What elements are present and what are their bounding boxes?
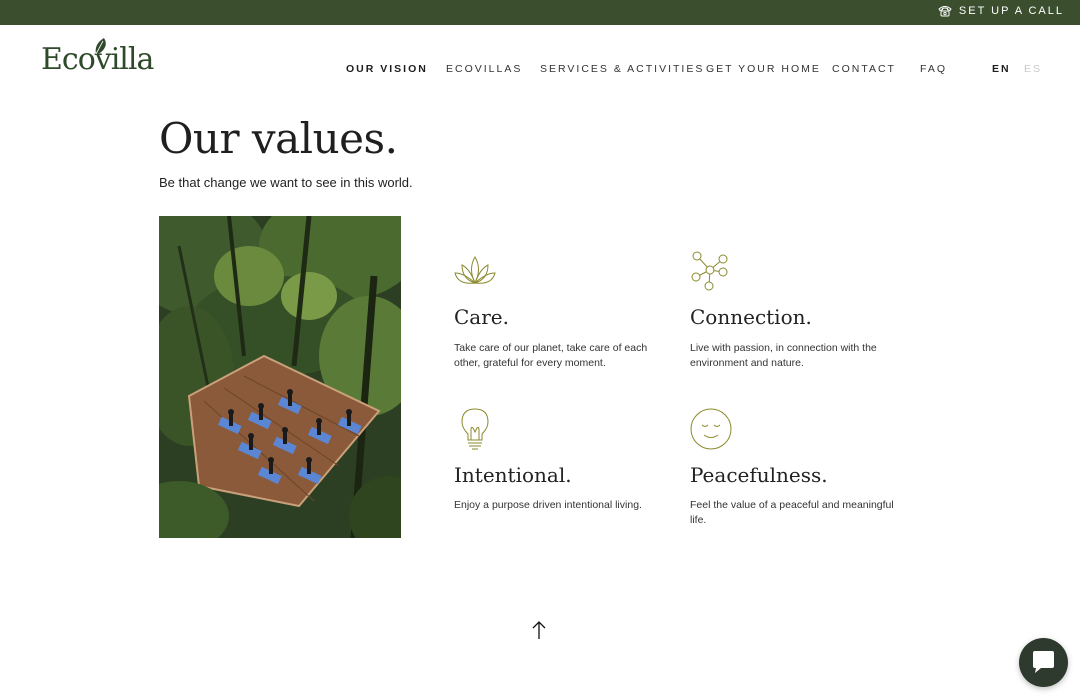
value-text: Enjoy a purpose driven intentional livin… bbox=[454, 499, 642, 511]
nav-item-faq[interactable]: FAQ bbox=[920, 63, 947, 75]
page-subtitle: Be that change we want to see in this wo… bbox=[159, 175, 413, 190]
chat-button[interactable] bbox=[1019, 638, 1068, 687]
phone-icon bbox=[938, 6, 952, 17]
leaf-icon bbox=[95, 38, 106, 55]
language-en[interactable]: EN bbox=[992, 63, 1011, 75]
top-bar: SET UP A CALL bbox=[0, 0, 1080, 25]
value-text: Live with passion, in connection with th… bbox=[690, 342, 877, 369]
language-es[interactable]: ES bbox=[1024, 63, 1042, 75]
value-title: Peacefulness. bbox=[690, 463, 828, 487]
main-nav: OUR VISION ECOVILLAS SERVICES & ACTIVITI… bbox=[0, 63, 1080, 77]
value-title: Intentional. bbox=[454, 463, 572, 487]
network-icon bbox=[691, 251, 728, 291]
lightbulb-icon bbox=[461, 408, 489, 450]
value-title: Connection. bbox=[690, 305, 812, 329]
value-title: Care. bbox=[454, 305, 509, 329]
chat-icon bbox=[1033, 651, 1054, 673]
set-up-call-label: SET UP A CALL bbox=[958, 5, 1064, 17]
arrow-up-icon[interactable] bbox=[530, 620, 548, 640]
page-title: Our values. bbox=[159, 114, 398, 163]
smiley-icon bbox=[690, 408, 732, 450]
value-text: Feel the value of a peaceful and meaning… bbox=[690, 499, 894, 526]
yoga-deck-photo bbox=[159, 216, 401, 538]
nav-item-get-your-home[interactable]: GET YOUR HOME bbox=[706, 63, 821, 75]
nav-item-ecovillas[interactable]: ECOVILLAS bbox=[446, 63, 522, 75]
nav-item-our-vision[interactable]: OUR VISION bbox=[346, 63, 428, 75]
nav-item-services-activities[interactable]: SERVICES & ACTIVITIES bbox=[540, 63, 704, 75]
value-text: Take care of our planet, take care of ea… bbox=[454, 342, 648, 369]
lotus-icon bbox=[454, 256, 496, 285]
nav-item-contact[interactable]: CONTACT bbox=[832, 63, 896, 75]
set-up-call-link[interactable]: SET UP A CALL bbox=[938, 5, 1064, 17]
